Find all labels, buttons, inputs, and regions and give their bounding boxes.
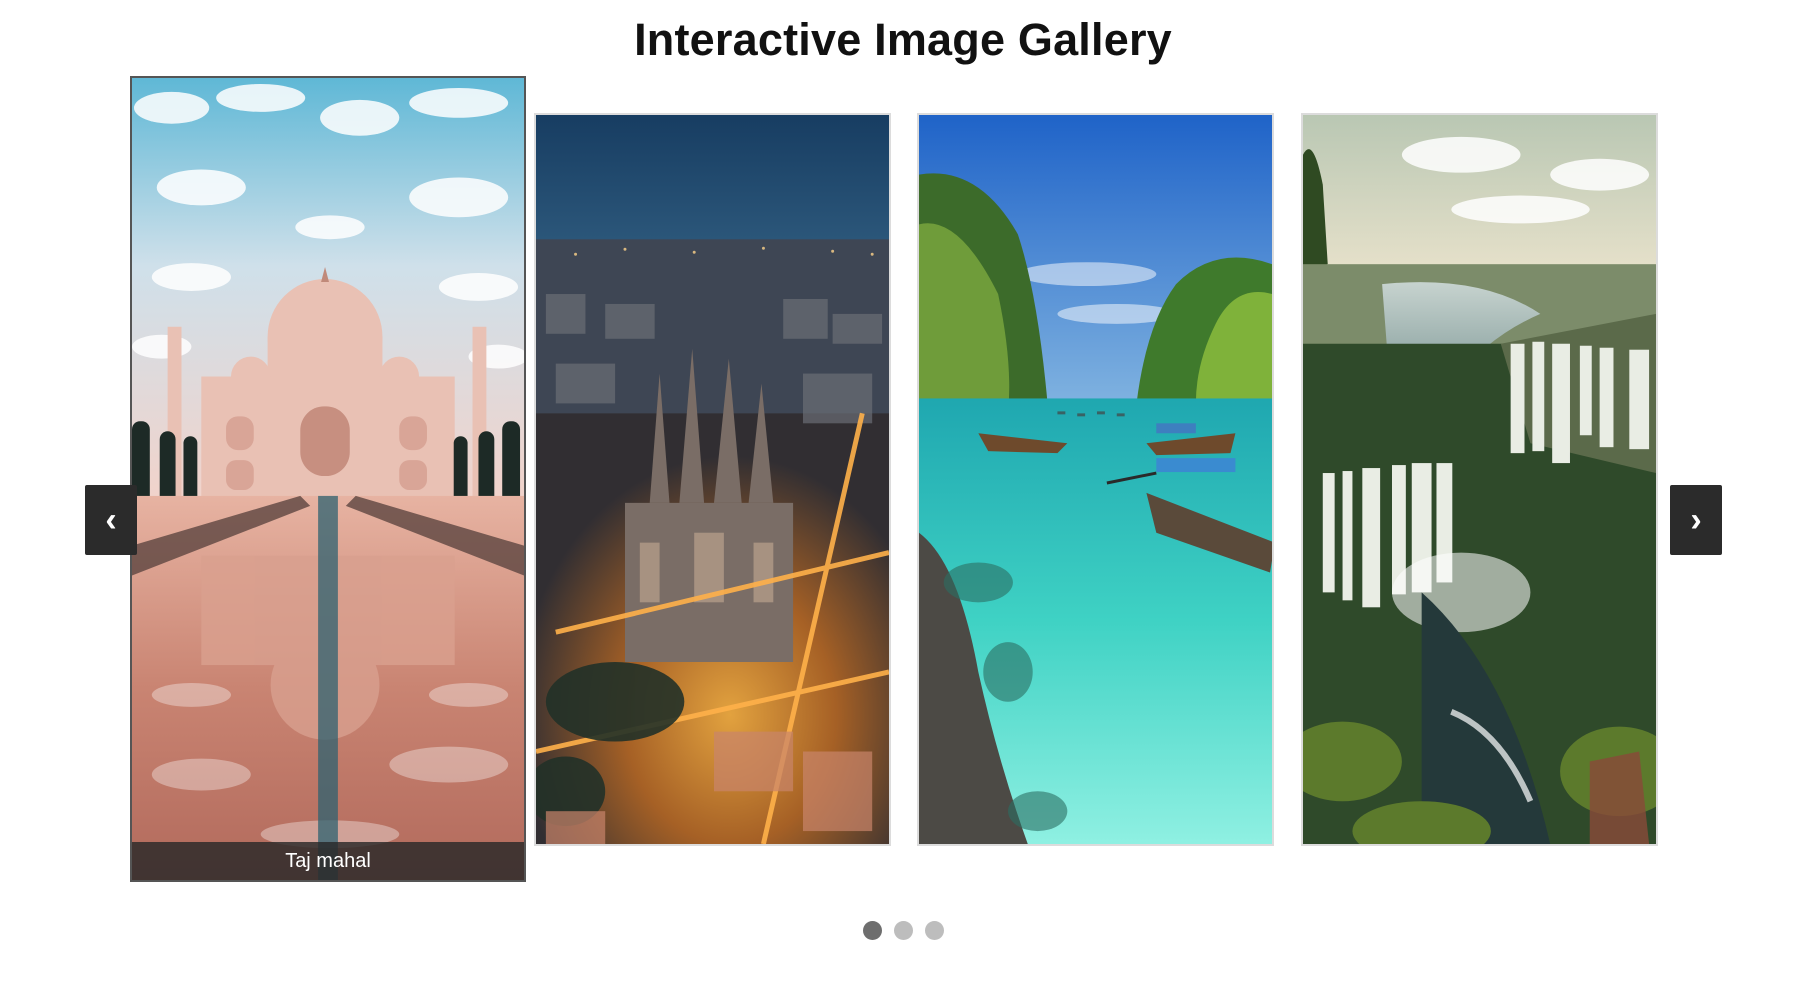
waterfall-image: [1303, 115, 1656, 844]
next-slide-button[interactable]: ›: [1670, 485, 1722, 555]
gallery-slide-city-night[interactable]: [534, 113, 891, 846]
gallery-slide-tropical-lagoon[interactable]: [917, 113, 1274, 846]
pagination-dot-1[interactable]: [862, 921, 882, 940]
prev-slide-button[interactable]: ‹: [85, 485, 137, 555]
gallery-slide-taj-mahal[interactable]: Taj mahal: [130, 76, 526, 882]
gallery-slide-waterfall[interactable]: [1301, 113, 1658, 846]
page-title: Interactive Image Gallery: [634, 14, 1172, 65]
slide-caption: Taj mahal: [132, 842, 524, 880]
gallery-page: Interactive Image Gallery Taj mahal ‹ ›: [0, 0, 1806, 994]
pagination-dot-3[interactable]: [924, 921, 944, 940]
pagination-dots: [0, 921, 1806, 940]
pagination-dot-2[interactable]: [893, 921, 913, 940]
taj-mahal-image: [132, 78, 524, 880]
city-night-image: [536, 115, 889, 844]
tropical-lagoon-image: [919, 115, 1272, 844]
chevron-right-icon: ›: [1690, 501, 1702, 539]
chevron-left-icon: ‹: [105, 501, 117, 539]
